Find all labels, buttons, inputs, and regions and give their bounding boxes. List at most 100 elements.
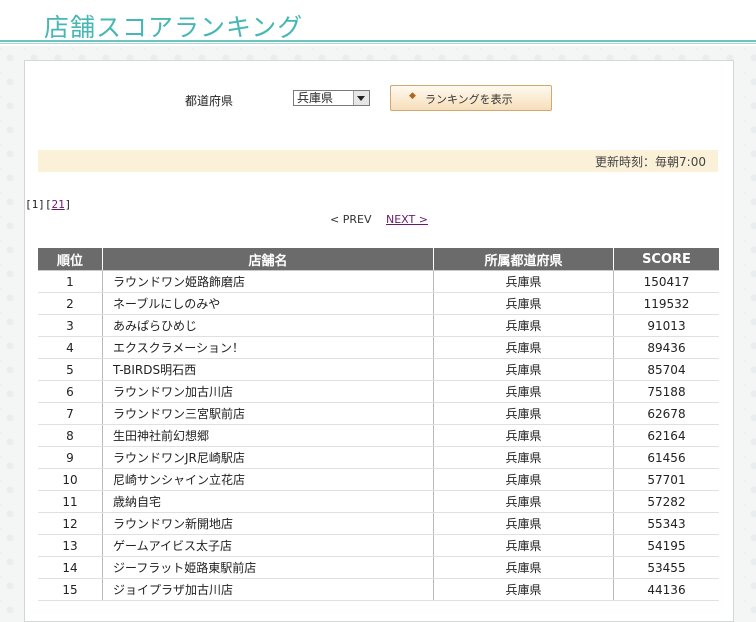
store-name-cell: 生田神社前幻想郷 xyxy=(102,424,434,447)
store-name-cell: ラウンドワン三宮駅前店 xyxy=(102,402,434,425)
diamond-icon: ◆ xyxy=(409,91,416,101)
store-name-cell: ラウンドワン姫路飾磨店 xyxy=(102,270,434,293)
table-row: 10 尼崎サンシャイン立花店 兵庫県 57701 xyxy=(38,468,719,491)
score-cell: 61456 xyxy=(613,446,719,469)
page-link[interactable]: 21 xyxy=(52,198,65,211)
rank-cell: 1 xyxy=(38,270,103,293)
next-link[interactable]: NEXT > xyxy=(386,213,428,226)
store-name-cell: エクスクラメーション！ xyxy=(102,336,434,359)
store-name-cell: ラウンドワン加古川店 xyxy=(102,380,434,403)
show-ranking-button-label: ランキングを表示 xyxy=(425,93,513,106)
score-cell: 89436 xyxy=(613,336,719,359)
rank-cell: 2 xyxy=(38,292,103,315)
prev-link: < PREV xyxy=(330,213,372,226)
table-row: 13 ゲームアイビス太子店 兵庫県 54195 xyxy=(38,534,719,557)
update-time-text: 更新時刻：毎朝7:00 xyxy=(595,155,706,169)
rank-cell: 6 xyxy=(38,380,103,403)
store-name-cell: ジョイプラザ加古川店 xyxy=(102,578,434,601)
store-name-cell: ジーフラット姫路東駅前店 xyxy=(102,556,434,579)
rank-cell: 11 xyxy=(38,490,103,513)
rank-cell: 5 xyxy=(38,358,103,381)
store-name-cell: 歳納自宅 xyxy=(102,490,434,513)
ranking-panel: 都道府県 兵庫県 ◆ ランキングを表示 更新時刻：毎朝7:00 [1][21] … xyxy=(24,60,734,622)
score-cell: 57701 xyxy=(613,468,719,491)
score-cell: 54195 xyxy=(613,534,719,557)
rank-cell: 4 xyxy=(38,336,103,359)
page-header: 店舗スコアランキング xyxy=(0,0,756,46)
rank-cell: 15 xyxy=(38,578,103,601)
table-row: 5 T-BIRDS明石西 兵庫県 85704 xyxy=(38,358,719,381)
table-row: 4 エクスクラメーション！ 兵庫県 89436 xyxy=(38,336,719,359)
table-header-row: 順位 店舗名 所属都道府県 SCORE xyxy=(38,248,719,271)
page-current: 1 xyxy=(31,198,39,211)
store-name-cell: ネーブルにしのみや xyxy=(102,292,434,315)
score-cell: 75188 xyxy=(613,380,719,403)
store-name-cell: ラウンドワン新開地店 xyxy=(102,512,434,535)
prefecture-cell: 兵庫県 xyxy=(433,336,614,359)
header-store-name: 店舗名 xyxy=(102,248,434,271)
store-name-cell: 尼崎サンシャイン立花店 xyxy=(102,468,434,491)
table-row: 8 生田神社前幻想郷 兵庫県 62164 xyxy=(38,424,719,447)
score-cell: 150417 xyxy=(613,270,719,293)
prefecture-cell: 兵庫県 xyxy=(433,314,614,337)
store-name-cell: ラウンドワンJR尼崎駅店 xyxy=(102,446,434,469)
table-row: 11 歳納自宅 兵庫県 57282 xyxy=(38,490,719,513)
prefecture-cell: 兵庫県 xyxy=(433,446,614,469)
table-row: 9 ラウンドワンJR尼崎駅店 兵庫県 61456 xyxy=(38,446,719,469)
rank-cell: 14 xyxy=(38,556,103,579)
table-row: 12 ラウンドワン新開地店 兵庫県 55343 xyxy=(38,512,719,535)
rank-cell: 12 xyxy=(38,512,103,535)
rank-cell: 3 xyxy=(38,314,103,337)
table-row: 3 あみぱらひめじ 兵庫県 91013 xyxy=(38,314,719,337)
update-bar: 更新時刻：毎朝7:00 xyxy=(38,150,718,172)
score-cell: 62164 xyxy=(613,424,719,447)
table-row: 14 ジーフラット姫路東駅前店 兵庫県 53455 xyxy=(38,556,719,579)
prefecture-cell: 兵庫県 xyxy=(433,512,614,535)
prefecture-cell: 兵庫県 xyxy=(433,292,614,315)
dropdown-arrow-icon[interactable] xyxy=(353,91,369,105)
table-row: 7 ラウンドワン三宮駅前店 兵庫県 62678 xyxy=(38,402,719,425)
prefecture-cell: 兵庫県 xyxy=(433,490,614,513)
header-prefecture: 所属都道府県 xyxy=(433,248,614,271)
table-row: 15 ジョイプラザ加古川店 兵庫県 44136 xyxy=(38,578,719,601)
ranking-table: 順位 店舗名 所属都道府県 SCORE 1 ラウンドワン姫路飾磨店 兵庫県 15041… xyxy=(38,248,719,601)
prefecture-cell: 兵庫県 xyxy=(433,380,614,403)
table-row: 6 ラウンドワン加古川店 兵庫県 75188 xyxy=(38,380,719,403)
rank-cell: 8 xyxy=(38,424,103,447)
rank-cell: 7 xyxy=(38,402,103,425)
rank-cell: 9 xyxy=(38,446,103,469)
page-title: 店舗スコアランキング xyxy=(44,13,304,42)
prefecture-cell: 兵庫県 xyxy=(433,402,614,425)
prefecture-cell: 兵庫県 xyxy=(433,534,614,557)
prefecture-select[interactable]: 兵庫県 xyxy=(293,90,370,106)
header-divider-thin xyxy=(0,43,756,44)
score-cell: 62678 xyxy=(613,402,719,425)
score-cell: 85704 xyxy=(613,358,719,381)
store-name-cell: ゲームアイビス太子店 xyxy=(102,534,434,557)
prefecture-select-value: 兵庫県 xyxy=(297,91,334,105)
prefecture-cell: 兵庫県 xyxy=(433,270,614,293)
rank-cell: 10 xyxy=(38,468,103,491)
score-cell: 57282 xyxy=(613,490,719,513)
header-rank: 順位 xyxy=(38,248,103,271)
header-score: SCORE xyxy=(613,248,719,271)
prefecture-cell: 兵庫県 xyxy=(433,578,614,601)
table-row: 1 ラウンドワン姫路飾磨店 兵庫県 150417 xyxy=(38,270,719,293)
show-ranking-button[interactable]: ◆ ランキングを表示 xyxy=(390,85,552,111)
prefecture-cell: 兵庫県 xyxy=(433,556,614,579)
prefecture-cell: 兵庫県 xyxy=(433,424,614,447)
prefecture-label: 都道府県 xyxy=(185,94,234,108)
score-cell: 44136 xyxy=(613,578,719,601)
header-divider xyxy=(0,40,756,42)
store-name-cell: T-BIRDS明石西 xyxy=(102,358,434,381)
table-row: 2 ネーブルにしのみや 兵庫県 119532 xyxy=(38,292,719,315)
pagination: [1][21] xyxy=(25,198,72,211)
score-cell: 119532 xyxy=(613,292,719,315)
score-cell: 55343 xyxy=(613,512,719,535)
prefecture-cell: 兵庫県 xyxy=(433,358,614,381)
prefecture-cell: 兵庫県 xyxy=(433,468,614,491)
score-cell: 53455 xyxy=(613,556,719,579)
rank-cell: 13 xyxy=(38,534,103,557)
store-name-cell: あみぱらひめじ xyxy=(102,314,434,337)
score-cell: 91013 xyxy=(613,314,719,337)
